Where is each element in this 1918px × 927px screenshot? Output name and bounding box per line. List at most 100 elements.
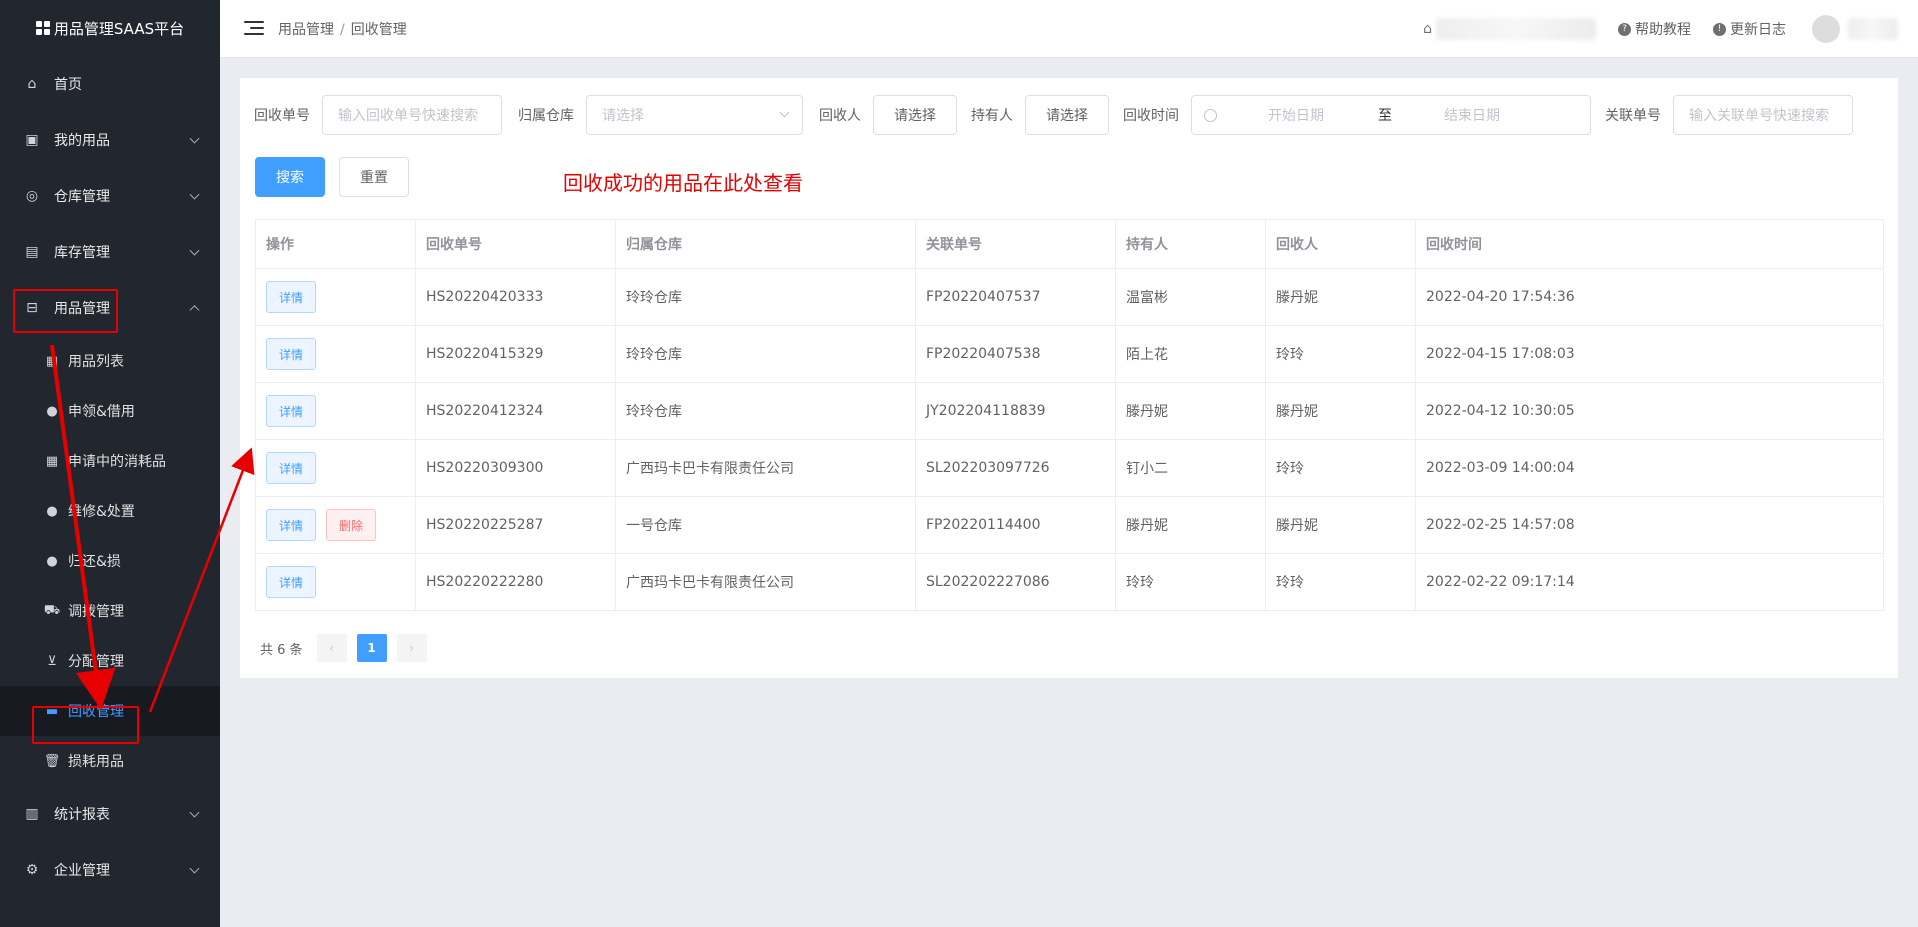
warehouse-select-placeholder: 请选择 <box>602 108 644 124</box>
cell-recycle-no: HS20220415329 <box>415 325 616 383</box>
cell-recycle-time: 2022-04-12 10:30:05 <box>1415 382 1884 440</box>
breadcrumb: 用品管理 / 回收管理 <box>278 21 407 38</box>
recycle-no-input[interactable]: 输入回收单号快速搜索 <box>322 95 502 135</box>
start-date-input[interactable]: 开始日期 <box>1268 105 1324 125</box>
cell-actions: 详情 <box>255 382 416 440</box>
cell-recycle-time: 2022-02-22 09:17:14 <box>1415 553 1884 611</box>
cell-recycle-time: 2022-03-09 14:00:04 <box>1415 439 1884 497</box>
truck-icon: ⛟ <box>43 602 61 618</box>
avatar[interactable] <box>1812 15 1840 43</box>
sidebar-item-enterprise[interactable]: ⚙ 企业管理 <box>0 842 220 898</box>
info-icon: ! <box>1713 22 1726 36</box>
sidebar: 用品管理SAAS平台 ⌂ 首页 ▣ 我的用品 ◎ 仓库管理 ▤ 库存管理 ⊟ 用… <box>0 0 220 927</box>
cell-related-no: FP20220114400 <box>915 496 1116 554</box>
menu-toggle-icon[interactable] <box>244 20 264 37</box>
chevron-down-icon <box>189 189 200 200</box>
cell-recycler: 滕丹妮 <box>1265 268 1416 326</box>
sidebar-subitem-item-list[interactable]: ▦ 用品列表 <box>0 336 220 386</box>
prev-page-button[interactable]: ‹ <box>316 634 347 662</box>
sidebar-item-warehouse[interactable]: ◎ 仓库管理 <box>0 168 220 224</box>
col-recycler: 回收人 <box>1265 219 1416 269</box>
delete-button[interactable]: 删除 <box>326 509 377 541</box>
sidebar-item-reports[interactable]: ▥ 统计报表 <box>0 786 220 842</box>
holder-select-button[interactable]: 请选择 <box>1025 95 1109 135</box>
cell-recycle-no: HS20220420333 <box>415 268 616 326</box>
sidebar-subitem-repair-disposal[interactable]: ● 维修&处置 <box>0 486 220 536</box>
cell-related-no: SL202203097726 <box>915 439 1116 497</box>
sidebar-item-my-items[interactable]: ▣ 我的用品 <box>0 112 220 168</box>
cell-actions: 详情 <box>255 439 416 497</box>
col-recycle-time: 回收时间 <box>1415 219 1884 269</box>
sidebar-subitem-recycle[interactable]: ▬ 回收管理 <box>0 686 220 736</box>
sidebar-subitem-return-loss[interactable]: ● 归还&损 <box>0 536 220 586</box>
clock-icon <box>1204 108 1217 122</box>
sidebar-item-label: 损耗用品 <box>68 754 124 770</box>
reset-button[interactable]: 重置 <box>339 157 409 197</box>
app-logo[interactable]: 用品管理SAAS平台 <box>0 0 220 56</box>
sidebar-item-label: 归还&损 <box>68 554 121 570</box>
detail-button[interactable]: 详情 <box>266 281 317 313</box>
sidebar-item-home[interactable]: ⌂ 首页 <box>0 56 220 112</box>
detail-button[interactable]: 详情 <box>266 509 317 541</box>
detail-button[interactable]: 详情 <box>266 338 317 370</box>
cell-actions: 详情 <box>255 268 416 326</box>
cell-warehouse: 广西玛卡巴卡有限责任公司 <box>615 439 916 497</box>
sidebar-item-item-management[interactable]: ⊟ 用品管理 <box>0 280 220 336</box>
cell-recycler: 玲玲 <box>1265 439 1416 497</box>
sidebar-item-inventory[interactable]: ▤ 库存管理 <box>0 224 220 280</box>
breadcrumb-item[interactable]: 用品管理 <box>278 22 334 38</box>
cell-holder: 滕丹妮 <box>1115 496 1266 554</box>
filter-row: 回收单号 输入回收单号快速搜索 归属仓库 请选择 回收人 请选择 持有人 请选择… <box>254 95 1853 135</box>
submenu-item-management: ▦ 用品列表 ● 申领&借用 ▦ 申请中的消耗品 ● 维修&处置 ● 归还&损 ⛟ 调拨管理… <box>0 336 220 786</box>
pagination-total: 共 6 条 <box>260 642 303 658</box>
related-no-input[interactable]: 输入关联单号快速搜索 <box>1673 95 1853 135</box>
end-date-input[interactable]: 结束日期 <box>1444 105 1500 125</box>
detail-button[interactable]: 详情 <box>266 566 317 598</box>
page-1-button[interactable]: 1 <box>356 634 387 662</box>
date-range-separator: 至 <box>1378 108 1392 124</box>
detail-button[interactable]: 详情 <box>266 452 317 484</box>
warehouse-select[interactable]: 请选择 <box>586 95 803 135</box>
cell-holder: 陌上花 <box>1115 325 1266 383</box>
question-icon: ? <box>1618 22 1631 36</box>
sidebar-subitem-pending-consumables[interactable]: ▦ 申请中的消耗品 <box>0 436 220 486</box>
breadcrumb-current: 回收管理 <box>350 21 407 38</box>
recycle-no-label: 回收单号 <box>254 108 310 124</box>
changelog-link[interactable]: ! 更新日志 <box>1713 19 1786 39</box>
home-icon: ⌂ <box>1423 21 1432 37</box>
sidebar-subitem-allocation[interactable]: ⊻ 分配管理 <box>0 636 220 686</box>
detail-button[interactable]: 详情 <box>266 395 317 427</box>
cart-icon: ⊻ <box>47 653 57 669</box>
company-switch[interactable]: ⌂ <box>1423 18 1596 40</box>
chevron-down-icon <box>189 133 200 144</box>
table-row: 详情 HS20220222280 广西玛卡巴卡有限责任公司 SL20220222708… <box>255 553 1884 611</box>
cell-recycler: 玲玲 <box>1265 325 1416 383</box>
recycler-select-button[interactable]: 请选择 <box>873 95 957 135</box>
cell-actions: 详情 删除 <box>255 496 416 554</box>
bag-icon: ▣ <box>25 132 39 148</box>
sidebar-subitem-transfer[interactable]: ⛟ 调拨管理 <box>0 586 220 636</box>
user-icon: ● <box>46 403 58 419</box>
search-button[interactable]: 搜索 <box>255 157 325 197</box>
sidebar-item-label: 申领&借用 <box>68 404 135 420</box>
next-page-button[interactable]: › <box>396 634 427 662</box>
blurred-username <box>1848 18 1898 40</box>
cell-recycle-no: HS20220225287 <box>415 496 616 554</box>
gear-icon: ⚙ <box>25 862 39 878</box>
date-range-picker[interactable]: 开始日期 至 结束日期 <box>1191 95 1591 135</box>
col-actions: 操作 <box>255 219 416 269</box>
chevron-down-icon <box>189 807 200 818</box>
cell-holder: 滕丹妮 <box>1115 382 1266 440</box>
sidebar-subitem-claim-borrow[interactable]: ● 申领&借用 <box>0 386 220 436</box>
cell-recycle-time: 2022-04-20 17:54:36 <box>1415 268 1884 326</box>
home-icon: ⌂ <box>27 76 37 92</box>
sidebar-subitem-loss-items[interactable]: 🗑 损耗用品 <box>0 736 220 786</box>
cell-holder: 玲玲 <box>1115 553 1266 611</box>
sidebar-item-label: 用品列表 <box>68 354 124 370</box>
sidebar-item-label: 分配管理 <box>68 654 124 670</box>
cell-warehouse: 广西玛卡巴卡有限责任公司 <box>615 553 916 611</box>
recycle-icon: ▬ <box>45 703 59 719</box>
help-link[interactable]: ? 帮助教程 <box>1618 19 1691 39</box>
holder-label: 持有人 <box>971 108 1013 124</box>
chevron-down-icon <box>189 245 200 256</box>
